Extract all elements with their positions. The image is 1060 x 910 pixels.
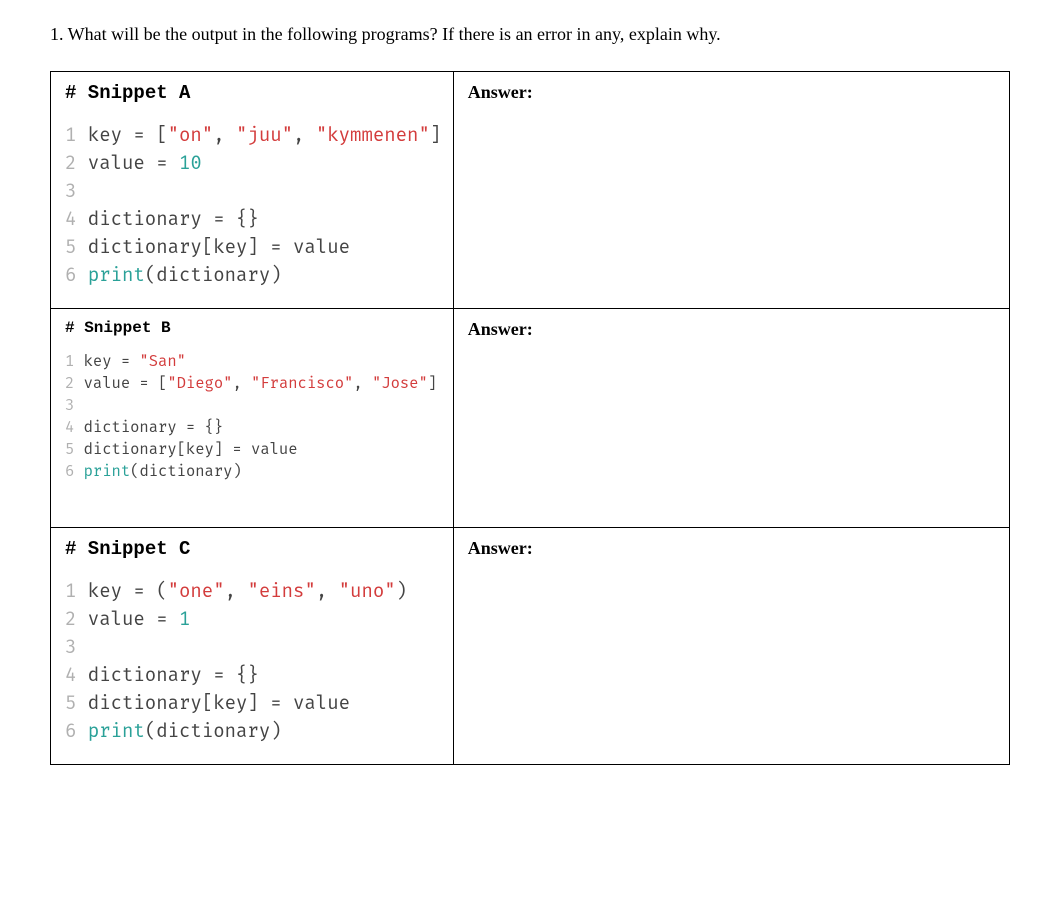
code-token: "eins" — [247, 580, 315, 603]
answer-label-c: Answer: — [468, 538, 533, 558]
code-token: dictionary[key] = value — [74, 441, 297, 459]
code-token: 10 — [179, 152, 202, 175]
page: 1. What will be the output in the follow… — [0, 0, 1060, 910]
answer-cell-b: Answer: — [453, 309, 1009, 528]
code-line: 4 dictionary = {} — [65, 417, 439, 439]
code-token: "kymmenen" — [316, 124, 430, 147]
line-number: 3 — [65, 636, 76, 659]
line-number: 6 — [65, 264, 76, 287]
snippet-cell-c: # Snippet C 1 key = ("one", "eins", "uno… — [51, 528, 454, 765]
table-row: # Snippet A 1 key = ["on", "juu", "kymme… — [51, 72, 1010, 309]
code-token: print — [84, 463, 131, 481]
code-token: , — [213, 124, 236, 147]
table-row: # Snippet B 1 key = "San"2 value = ["Die… — [51, 309, 1010, 528]
code-line: 2 value = ["Diego", "Francisco", "Jose"] — [65, 373, 439, 395]
code-token: "juu" — [236, 124, 293, 147]
code-token: "Jose" — [372, 375, 428, 393]
line-number: 2 — [65, 375, 74, 393]
line-number: 6 — [65, 463, 74, 481]
code-token: dictionary = {} — [76, 208, 258, 231]
code-block-b: 1 key = "San"2 value = ["Diego", "Franci… — [65, 351, 439, 483]
code-token: dictionary[key] = value — [76, 692, 350, 715]
line-number: 1 — [65, 580, 76, 603]
answer-cell-c: Answer: — [453, 528, 1009, 765]
code-token: key = [ — [76, 124, 167, 147]
code-line: 5 dictionary[key] = value — [65, 439, 439, 461]
line-number: 5 — [65, 236, 76, 259]
code-line: 4 dictionary = {} — [65, 206, 439, 234]
code-token: print — [88, 720, 145, 743]
question-text: 1. What will be the output in the follow… — [50, 24, 1010, 45]
code-line: 1 key = ["on", "juu", "kymmenen"] — [65, 122, 439, 150]
answer-label-b: Answer: — [468, 319, 533, 339]
snippet-title-a: # Snippet A — [65, 82, 439, 104]
code-token: ] — [428, 375, 437, 393]
snippet-cell-a: # Snippet A 1 key = ["on", "juu", "kymme… — [51, 72, 454, 309]
code-token: "Diego" — [167, 375, 232, 393]
code-token: , — [232, 375, 251, 393]
snippet-table: # Snippet A 1 key = ["on", "juu", "kymme… — [50, 71, 1010, 765]
code-token: key = ( — [76, 580, 167, 603]
line-number: 4 — [65, 664, 76, 687]
code-token: "San" — [139, 353, 186, 371]
code-line: 5 dictionary[key] = value — [65, 690, 439, 718]
code-line: 6 print(dictionary) — [65, 461, 439, 483]
code-token: "on" — [168, 124, 214, 147]
code-line: 3 — [65, 178, 439, 206]
code-token: , — [316, 580, 339, 603]
answer-label-a: Answer: — [468, 82, 533, 102]
code-token: "uno" — [339, 580, 396, 603]
code-line: 2 value = 1 — [65, 606, 439, 634]
code-token: print — [88, 264, 145, 287]
code-line: 3 — [65, 634, 439, 662]
code-token: ) — [396, 580, 407, 603]
code-token: dictionary[key] = value — [76, 236, 350, 259]
code-token: (dictionary) — [145, 720, 282, 743]
code-line: 5 dictionary[key] = value — [65, 234, 439, 262]
line-number: 6 — [65, 720, 76, 743]
code-line: 6 print(dictionary) — [65, 262, 439, 290]
code-token: 1 — [179, 608, 190, 631]
line-number: 5 — [65, 692, 76, 715]
code-line: 6 print(dictionary) — [65, 718, 439, 746]
code-line: 1 key = "San" — [65, 351, 439, 373]
code-token — [76, 264, 87, 287]
snippet-title-b: # Snippet B — [65, 319, 439, 337]
line-number: 1 — [65, 353, 74, 371]
code-token: , — [353, 375, 372, 393]
code-token: value = [ — [74, 375, 167, 393]
line-number: 2 — [65, 608, 76, 631]
code-token: value = — [76, 608, 179, 631]
code-token: key = — [74, 353, 139, 371]
table-row: # Snippet C 1 key = ("one", "eins", "uno… — [51, 528, 1010, 765]
code-token: value = — [76, 152, 179, 175]
code-line: 2 value = 10 — [65, 150, 439, 178]
line-number: 3 — [65, 180, 76, 203]
line-number: 5 — [65, 441, 74, 459]
code-token: (dictionary) — [145, 264, 282, 287]
snippet-title-c: # Snippet C — [65, 538, 439, 560]
code-token: ] — [430, 124, 441, 147]
line-number: 1 — [65, 124, 76, 147]
code-line: 3 — [65, 395, 439, 417]
code-token: dictionary = {} — [74, 419, 223, 437]
code-token — [74, 463, 83, 481]
code-token: , — [225, 580, 248, 603]
line-number: 2 — [65, 152, 76, 175]
snippet-cell-b: # Snippet B 1 key = "San"2 value = ["Die… — [51, 309, 454, 528]
code-line: 4 dictionary = {} — [65, 662, 439, 690]
code-token: (dictionary) — [130, 463, 242, 481]
code-token: dictionary = {} — [76, 664, 258, 687]
code-token — [76, 720, 87, 743]
line-number: 4 — [65, 419, 74, 437]
code-token: "Francisco" — [251, 375, 353, 393]
code-block-c: 1 key = ("one", "eins", "uno")2 value = … — [65, 578, 439, 746]
code-line: 1 key = ("one", "eins", "uno") — [65, 578, 439, 606]
code-token: "one" — [168, 580, 225, 603]
code-token: , — [293, 124, 316, 147]
line-number: 3 — [65, 397, 74, 415]
code-block-a: 1 key = ["on", "juu", "kymmenen"]2 value… — [65, 122, 439, 290]
answer-cell-a: Answer: — [453, 72, 1009, 309]
line-number: 4 — [65, 208, 76, 231]
